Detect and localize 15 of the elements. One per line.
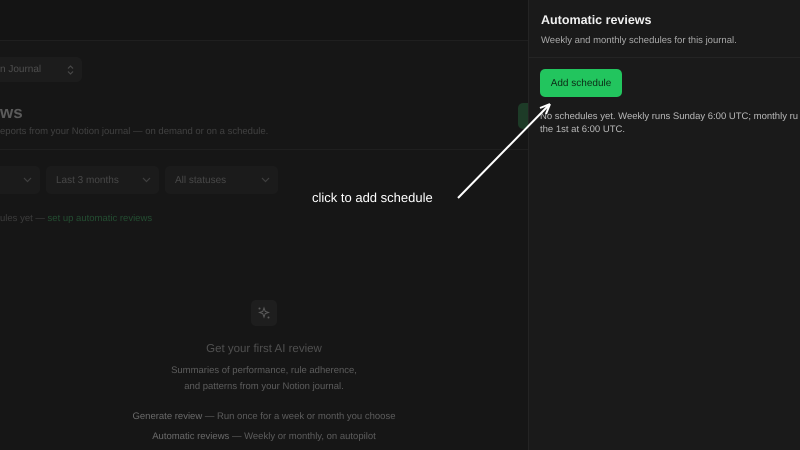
- panel-subtitle: Weekly and monthly schedules for this journal.: [541, 35, 738, 46]
- annotation-text: click to add schedule: [312, 190, 433, 205]
- empty-description: Summaries of performance, rule adherence, and patterns from your Notion journal.: [171, 364, 357, 394]
- feature-line: Automatic reviews — Weekly or monthly, on autopilot: [151, 430, 377, 444]
- panel-title: Automatic reviews: [541, 13, 652, 27]
- empty-title: Get your first AI review: [206, 343, 322, 355]
- feature-line: Generate review — Run once for a week or month you choose: [132, 410, 396, 424]
- page-title: ws: [0, 102, 24, 124]
- sparkles-icon: [251, 300, 277, 326]
- chevrons-up-down-icon: [67, 64, 74, 74]
- generate-button[interactable]: [518, 103, 528, 129]
- chevron-down-icon: [142, 177, 151, 183]
- chevron-down-icon: [261, 177, 270, 183]
- chevron-down-icon: [23, 177, 32, 183]
- add-schedule-button[interactable]: Add schedule: [540, 69, 622, 97]
